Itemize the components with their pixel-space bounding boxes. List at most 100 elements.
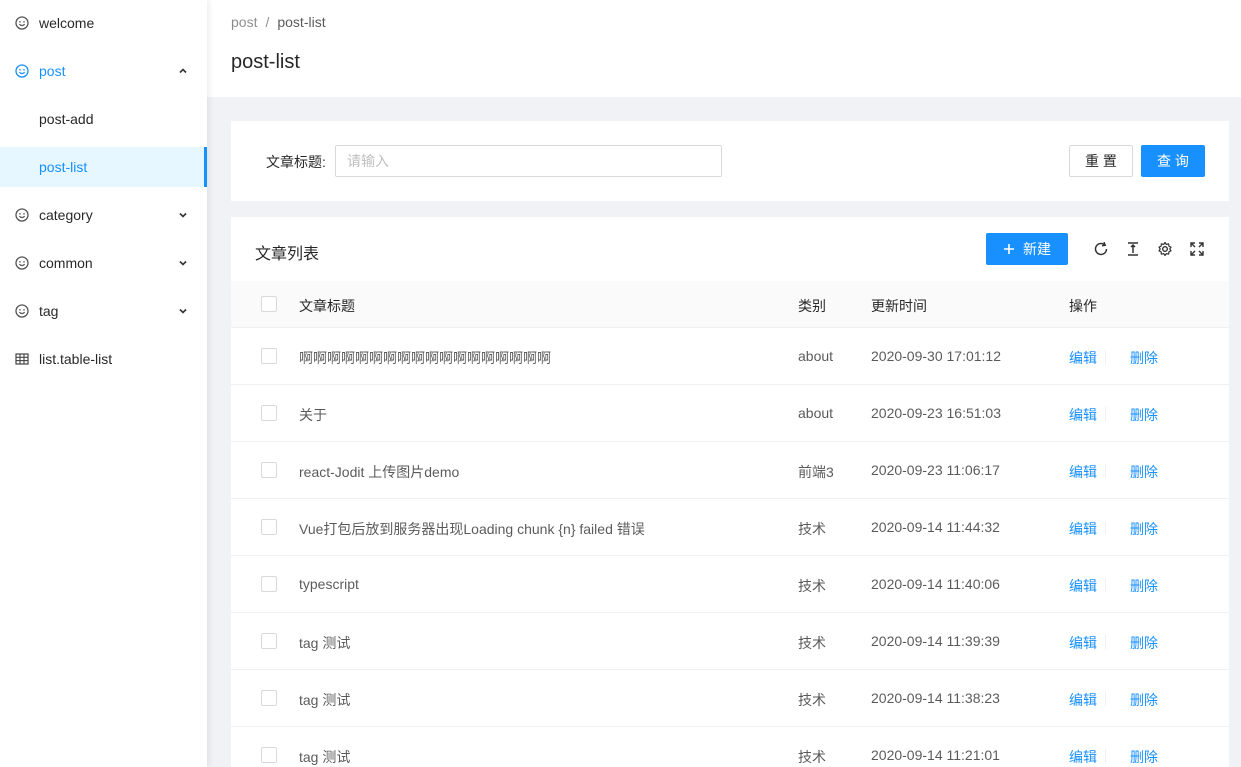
column-header-updated: 更新时间 — [871, 298, 927, 314]
edit-link[interactable]: 编辑 — [1069, 576, 1097, 596]
sidebar-item-category[interactable]: category — [0, 195, 207, 235]
page-header: post / post-list post-list — [207, 0, 1241, 97]
fullscreen-icon[interactable] — [1188, 240, 1206, 258]
table-row: tag 测试 技术 2020-09-14 11:39:39 编辑 删除 — [231, 613, 1229, 670]
sidebar-item-label: post — [39, 63, 66, 79]
table-icon — [15, 352, 29, 366]
table-row: Vue打包后放到服务器出现Loading chunk {n} failed 错误… — [231, 499, 1229, 556]
delete-link[interactable]: 删除 — [1130, 348, 1158, 368]
sidebar-item-common[interactable]: common — [0, 243, 207, 283]
row-checkbox[interactable] — [261, 690, 277, 706]
edit-link[interactable]: 编辑 — [1069, 633, 1097, 653]
column-height-icon[interactable] — [1124, 240, 1142, 258]
reset-button[interactable]: 重 置 — [1069, 145, 1133, 177]
row-category: 技术 — [798, 692, 826, 708]
row-title: 啊啊啊啊啊啊啊啊啊啊啊啊啊啊啊啊啊啊 — [299, 350, 551, 366]
sidebar-item-table-list[interactable]: list.table-list — [0, 339, 207, 379]
action-divider — [1105, 464, 1106, 478]
column-header-category: 类别 — [798, 298, 826, 314]
search-title-label: 文章标题: — [266, 154, 326, 170]
delete-link[interactable]: 删除 — [1130, 690, 1158, 710]
row-checkbox[interactable] — [261, 348, 277, 364]
chevron-down-icon — [177, 209, 189, 221]
row-title: tag 测试 — [299, 749, 351, 765]
table-row: tag 测试 技术 2020-09-14 11:38:23 编辑 删除 — [231, 670, 1229, 727]
row-updated: 2020-09-23 11:06:17 — [871, 462, 1000, 478]
table-row: typescript 技术 2020-09-14 11:40:06 编辑 删除 — [231, 556, 1229, 613]
row-checkbox[interactable] — [261, 633, 277, 649]
table-row: tag 测试 技术 2020-09-14 11:21:01 编辑 删除 — [231, 727, 1229, 767]
action-divider — [1105, 521, 1106, 535]
edit-link[interactable]: 编辑 — [1069, 462, 1097, 482]
sidebar-item-tag[interactable]: tag — [0, 291, 207, 331]
table-row: react-Jodit 上传图片demo 前端3 2020-09-23 11:0… — [231, 442, 1229, 499]
page-title: post-list — [231, 51, 300, 73]
sidebar-item-post-add[interactable]: post-add — [0, 99, 207, 139]
column-header-actions: 操作 — [1069, 298, 1097, 314]
plus-icon — [1003, 243, 1015, 255]
table-row: 啊啊啊啊啊啊啊啊啊啊啊啊啊啊啊啊啊啊 about 2020-09-30 17:0… — [231, 328, 1229, 385]
row-category: 技术 — [798, 635, 826, 651]
breadcrumb-item-post-list: post-list — [277, 14, 326, 30]
action-divider — [1105, 635, 1106, 649]
row-title: typescript — [299, 576, 359, 592]
row-title: tag 测试 — [299, 635, 351, 651]
table-title: 文章列表 — [255, 246, 320, 263]
sidebar-item-label: list.table-list — [39, 351, 113, 367]
delete-link[interactable]: 删除 — [1130, 576, 1158, 596]
chevron-down-icon — [177, 305, 189, 317]
edit-link[interactable]: 编辑 — [1069, 690, 1097, 710]
action-divider — [1105, 578, 1106, 592]
edit-link[interactable]: 编辑 — [1069, 747, 1097, 767]
select-all-checkbox[interactable] — [261, 296, 277, 312]
search-form: 文章标题: 重 置 查 询 — [231, 121, 1229, 201]
row-checkbox[interactable] — [261, 462, 277, 478]
new-post-label: 新建 — [1023, 241, 1051, 257]
smile-icon — [15, 64, 29, 78]
row-category: about — [798, 348, 834, 364]
row-category: 技术 — [798, 578, 826, 594]
row-title: tag 测试 — [299, 692, 351, 708]
row-updated: 2020-09-30 17:01:12 — [871, 348, 1001, 364]
query-button[interactable]: 查 询 — [1141, 145, 1205, 177]
row-category: 技术 — [798, 521, 826, 537]
post-table-card: 文章列表 新建 文章标题 类别 更新时间 操作 啊啊啊啊啊啊啊啊啊啊啊啊啊啊啊啊… — [231, 217, 1229, 767]
sidebar-item-label: tag — [39, 303, 59, 319]
sidebar-item-label: post-add — [39, 111, 94, 127]
sidebar-item-label: welcome — [39, 15, 95, 31]
row-checkbox[interactable] — [261, 519, 277, 535]
new-post-button[interactable]: 新建 — [986, 233, 1068, 265]
row-checkbox[interactable] — [261, 405, 277, 421]
sidebar-item-post-list[interactable]: post-list — [0, 147, 207, 187]
smile-icon — [15, 304, 29, 318]
action-divider — [1105, 749, 1106, 763]
row-category: about — [798, 405, 834, 421]
row-updated: 2020-09-14 11:38:23 — [871, 690, 1000, 706]
gear-icon[interactable] — [1156, 240, 1174, 258]
row-updated: 2020-09-14 11:44:32 — [871, 519, 1000, 535]
row-title: Vue打包后放到服务器出现Loading chunk {n} failed 错误 — [299, 521, 645, 537]
sidebar-item-welcome[interactable]: welcome — [0, 3, 207, 43]
delete-link[interactable]: 删除 — [1130, 405, 1158, 425]
row-updated: 2020-09-14 11:40:06 — [871, 576, 1000, 592]
row-checkbox[interactable] — [261, 576, 277, 592]
smile-icon — [15, 208, 29, 222]
action-divider — [1105, 692, 1106, 706]
row-category: 技术 — [798, 749, 826, 765]
delete-link[interactable]: 删除 — [1130, 462, 1158, 482]
breadcrumb-separator: / — [265, 14, 270, 30]
delete-link[interactable]: 删除 — [1130, 519, 1158, 539]
edit-link[interactable]: 编辑 — [1069, 405, 1097, 425]
row-updated: 2020-09-14 11:21:01 — [871, 747, 1000, 763]
row-title: 关于 — [299, 407, 327, 423]
edit-link[interactable]: 编辑 — [1069, 348, 1097, 368]
edit-link[interactable]: 编辑 — [1069, 519, 1097, 539]
breadcrumb-item-post[interactable]: post — [231, 14, 257, 30]
chevron-up-icon — [177, 65, 189, 77]
reload-icon[interactable] — [1092, 240, 1110, 258]
search-title-input[interactable] — [335, 145, 722, 177]
delete-link[interactable]: 删除 — [1130, 747, 1158, 767]
row-checkbox[interactable] — [261, 747, 277, 763]
sidebar-item-post[interactable]: post — [0, 51, 207, 91]
delete-link[interactable]: 删除 — [1130, 633, 1158, 653]
